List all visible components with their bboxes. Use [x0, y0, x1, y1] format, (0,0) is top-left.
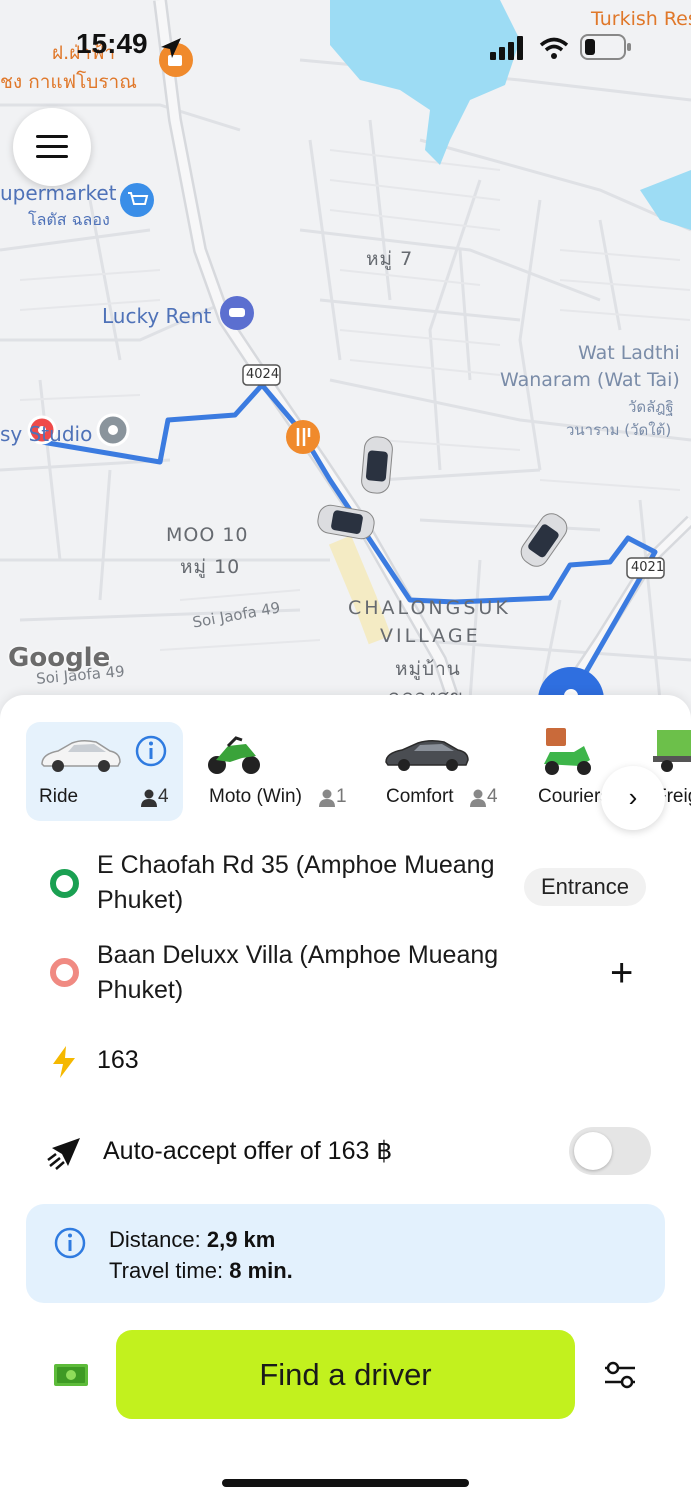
map-label-chalongsuk: CHALONGSUK: [348, 597, 511, 619]
auto-accept-toggle[interactable]: [569, 1127, 651, 1175]
lightning-icon: [53, 1046, 75, 1078]
map-label-cafe: ชง กาแฟโบราณ: [0, 71, 137, 93]
chevron-right-icon: ›: [628, 782, 638, 812]
nearby-car-3: [520, 513, 568, 567]
travel-time-label: Travel time:: [109, 1258, 224, 1283]
tab-comfort[interactable]: Comfort 4: [376, 722, 516, 821]
person-icon: [141, 789, 157, 807]
sedan-dark-icon: [385, 739, 469, 771]
origin-dot-icon: [50, 869, 79, 898]
tab-comfort-label: Comfort: [386, 786, 454, 807]
distance-value: 2,9 km: [206, 1227, 276, 1252]
signal-bars-icon: [490, 36, 523, 60]
auto-accept-label: Auto-accept offer of 163 ฿: [103, 1137, 393, 1165]
map-label-moo10: MOO 10: [166, 524, 249, 546]
paper-plane-icon: [47, 1138, 80, 1170]
tabs-scroll-right-button[interactable]: ›: [601, 766, 665, 830]
wifi-icon: [539, 37, 569, 59]
sedan-white-icon: [41, 739, 121, 772]
ride-order-screen: Turkish Res ฝ.ฝ่าฟ้า ชง กาแฟโบราณ uperma…: [0, 0, 691, 1500]
location-arrow-icon: [161, 38, 181, 58]
map-label-supermarket-thai: โลตัส ฉลอง: [28, 210, 110, 229]
pickup-address[interactable]: E Chaofah Rd 35 (Amphoe Mueang Phuket): [97, 848, 517, 918]
travel-time-line: Travel time: 8 min.: [109, 1258, 293, 1284]
trip-info-card: Distance: 2,9 km Travel time: 8 min.: [26, 1204, 665, 1303]
map-label-wat-2: Wanaram (Wat Tai): [500, 369, 680, 391]
map-label-wat-thai-2: วนาราม (วัดใต้): [566, 421, 672, 439]
map-label-turkish: Turkish Res: [591, 8, 691, 30]
offer-price[interactable]: 163: [97, 1046, 139, 1075]
tab-moto-seats: 1: [336, 786, 347, 807]
home-indicator[interactable]: [222, 1479, 469, 1487]
hamburger-line: [36, 155, 68, 158]
motorbike-icon: [208, 736, 260, 774]
sliders-icon[interactable]: [603, 1360, 637, 1390]
find-driver-button[interactable]: Find a driver: [116, 1330, 575, 1419]
truck-icon: [653, 730, 691, 772]
distance-label: Distance:: [109, 1227, 201, 1252]
toggle-knob: [574, 1132, 612, 1170]
map-label-chalongsuk-thai: หมู่บ้าน: [395, 658, 461, 680]
tab-ride[interactable]: Ride 4: [26, 722, 183, 821]
tab-moto[interactable]: Moto (Win) 1: [196, 722, 366, 821]
map-label-lucky-rent: Lucky Rent: [102, 304, 212, 328]
map-label-wat-1: Wat Ladthi: [578, 342, 680, 364]
add-stop-button[interactable]: +: [610, 953, 633, 993]
distance-line: Distance: 2,9 km: [109, 1227, 275, 1253]
person-icon: [470, 789, 486, 807]
map-view[interactable]: Turkish Res ฝ.ฝ่าฟ้า ชง กาแฟโบราณ uperma…: [0, 0, 691, 720]
status-time: 15:49: [76, 28, 148, 59]
menu-button[interactable]: [13, 108, 91, 186]
map-label-moo10-thai: หมู่ 10: [180, 556, 241, 578]
tab-couriers-label: Couriers: [538, 786, 610, 807]
info-icon[interactable]: [134, 734, 168, 768]
map-label-village: VILLAGE: [380, 625, 481, 647]
destination-dot-icon: [50, 958, 79, 987]
hamburger-icon: [36, 135, 68, 138]
nearby-car-2: [317, 504, 375, 540]
shopping-cart-icon: [120, 183, 154, 217]
map-label-wat-thai-1: วัดลัฎฐิ: [628, 398, 674, 416]
tab-moto-label: Moto (Win): [209, 786, 302, 807]
tab-ride-label: Ride: [39, 786, 79, 807]
scooter-courier-icon: [544, 728, 591, 775]
hamburger-line: [36, 145, 68, 148]
person-icon: [319, 789, 335, 807]
entrance-button[interactable]: Entrance: [524, 868, 646, 906]
map-label-moo7: หมู่ 7: [366, 248, 414, 270]
road-shield-4021: 4021: [631, 560, 665, 575]
map-label-studio: sy Studio: [0, 422, 93, 446]
travel-time-value: 8 min.: [229, 1258, 293, 1283]
info-icon: [54, 1227, 86, 1259]
tab-comfort-seats: 4: [487, 786, 498, 807]
tab-ride-seats: 4: [158, 786, 169, 807]
google-logo: Google: [8, 643, 111, 673]
nearby-car-1: [361, 436, 393, 494]
destination-address[interactable]: Baan Deluxx Villa (Amphoe Mueang Phuket): [97, 938, 517, 1008]
cash-icon[interactable]: [54, 1364, 88, 1386]
road-shield-4024: 4024: [246, 367, 280, 382]
service-tabs: Ride 4 Moto (Win) 1 Comfort 4 Couriers r…: [0, 722, 691, 830]
battery-low-icon: [580, 34, 631, 60]
